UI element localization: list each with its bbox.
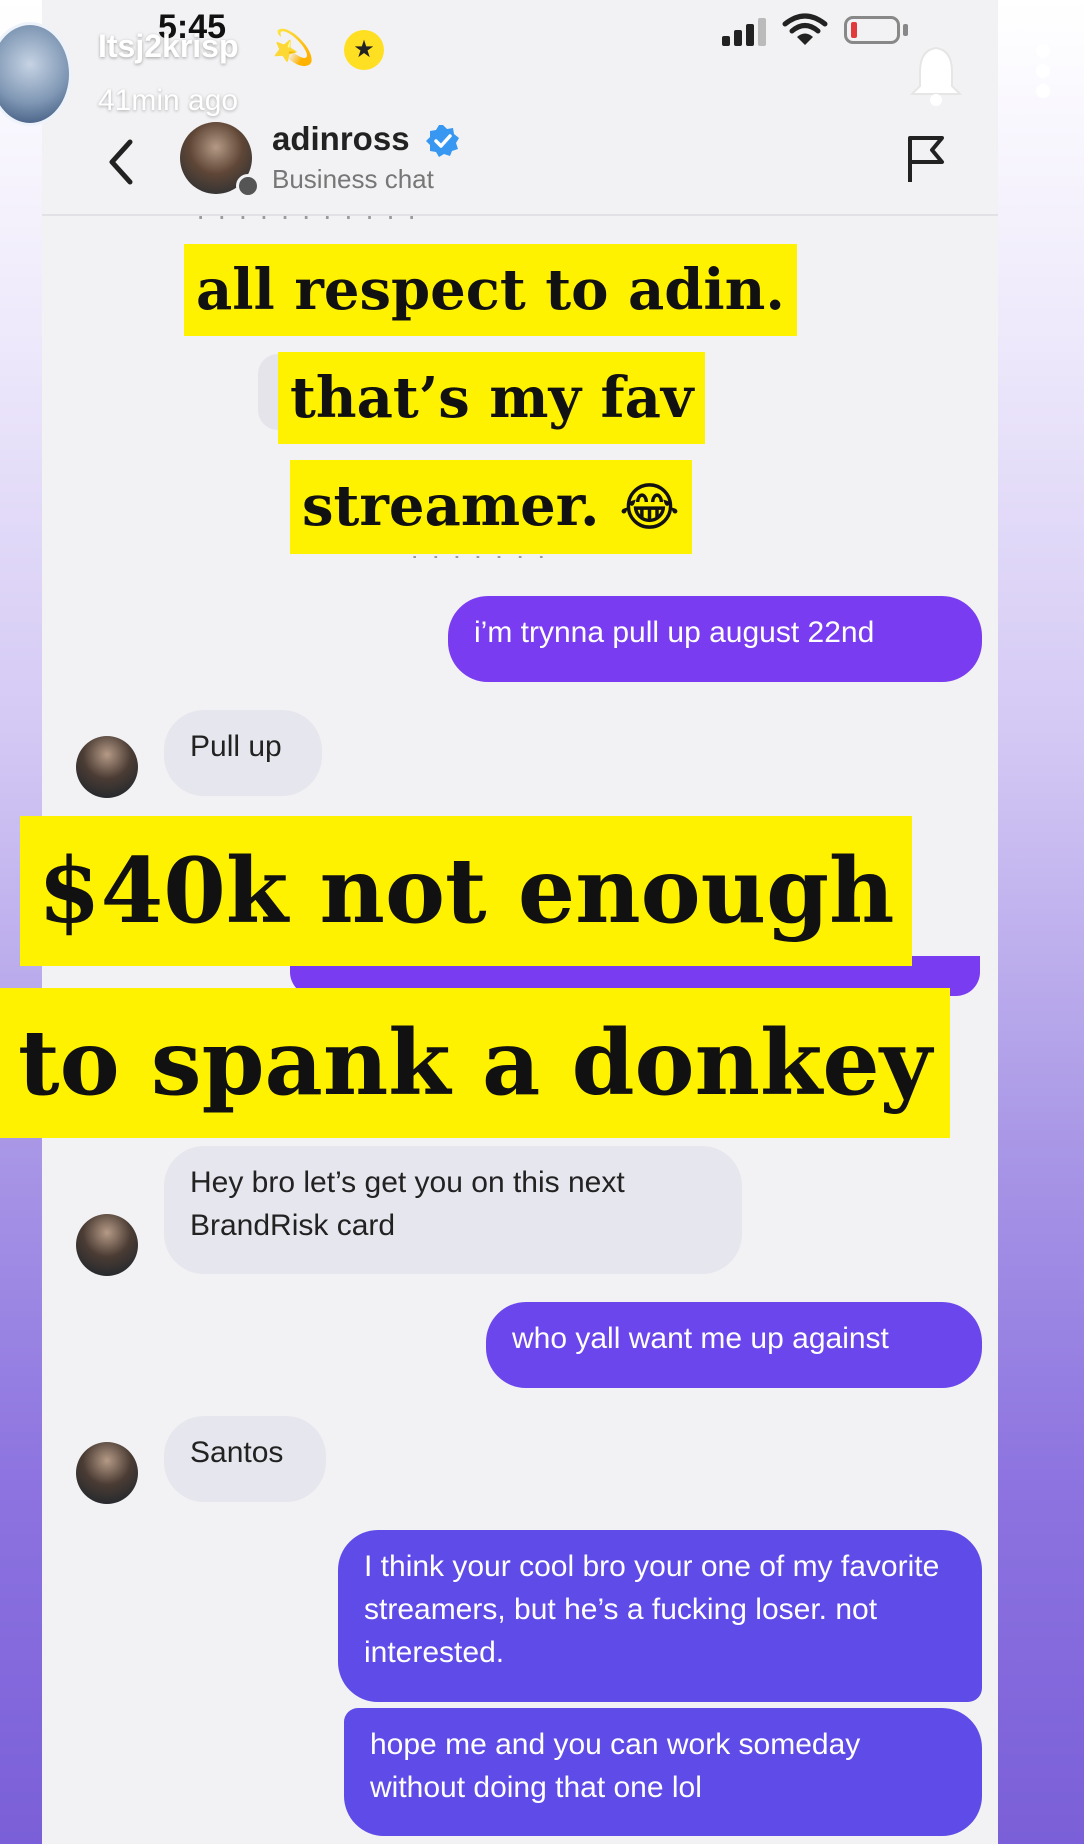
bell-icon[interactable] (908, 42, 964, 106)
wifi-icon (782, 13, 828, 45)
outgoing-message[interactable]: i’m trynna pull up august 22nd (448, 596, 982, 682)
chat-subtitle: Business chat (272, 164, 434, 194)
outgoing-message[interactable]: I think your cool bro your one of my fav… (338, 1530, 982, 1702)
incoming-message[interactable]: Hey bro let’s get you on this next Brand… (164, 1146, 742, 1274)
laughing-emoji: 😂 (619, 478, 680, 538)
incoming-message[interactable]: Pull up (164, 710, 322, 796)
caption-line: all respect to adin. (184, 244, 797, 336)
obscured-message-fragment: · · · · · · · · · · · (196, 200, 419, 220)
story-header: 5:45 Itsj2krisp 💫 ★ 41min ago (0, 0, 1084, 126)
chat-name[interactable]: adinross (272, 120, 410, 158)
battery-tip (903, 24, 908, 36)
verified-badge-icon (426, 125, 459, 157)
presence-dot (236, 174, 260, 198)
outgoing-message[interactable]: hope me and you can work someday without… (344, 1708, 982, 1836)
caption-text: streamer. (302, 473, 600, 539)
sender-avatar[interactable] (76, 1214, 138, 1276)
caption-line: streamer. 😂 (290, 460, 692, 554)
sender-avatar[interactable] (76, 736, 138, 798)
sender-avatar[interactable] (76, 1442, 138, 1504)
more-options-icon[interactable] (1030, 44, 1056, 104)
incoming-message[interactable]: Santos (164, 1416, 326, 1502)
back-chevron-icon[interactable] (102, 134, 142, 190)
signal-icon (722, 18, 766, 46)
flag-icon[interactable] (904, 132, 950, 186)
caption-line: to spank a donkey (0, 988, 950, 1138)
star-badge-icon: ★ (344, 30, 384, 70)
caption-line: that’s my fav (278, 352, 706, 444)
battery-level (851, 22, 857, 38)
outgoing-message[interactable]: who yall want me up against (486, 1302, 982, 1388)
caption-line: $40k not enough (20, 816, 913, 966)
chat-header: adinross Business chat (42, 112, 998, 212)
story-avatar[interactable] (0, 22, 72, 126)
story-username[interactable]: Itsj2krisp (98, 28, 239, 65)
dizzy-emoji: 💫 (272, 29, 315, 67)
